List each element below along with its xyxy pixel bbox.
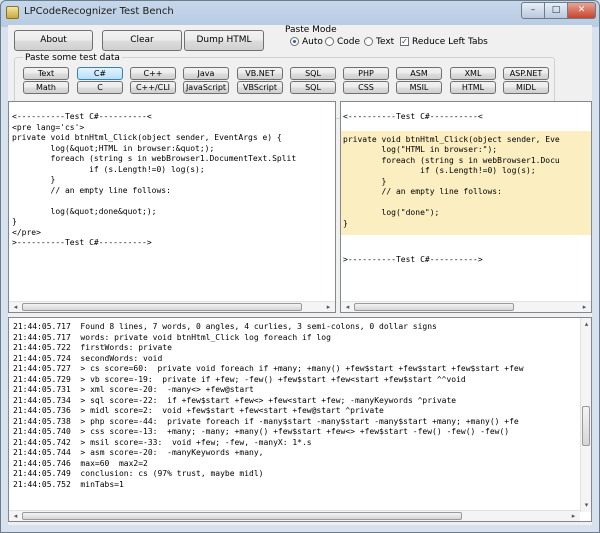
test-data-label: Paste some test data — [23, 53, 122, 63]
reduce-left-tabs-checkbox[interactable]: ✓ Reduce Left Tabs — [400, 36, 488, 48]
preview-footer: >----------Test C#----------> — [343, 255, 483, 264]
close-button[interactable]: ✕ — [567, 2, 596, 19]
main-window: LPCodeRecognizer Test Bench – □ ✕ About … — [0, 0, 600, 533]
radio-text[interactable]: Text — [364, 36, 394, 48]
checkmark-icon: ✓ — [400, 37, 409, 46]
paste-mode-label: Paste Mode — [285, 25, 337, 35]
lang-button-text[interactable]: Text — [23, 67, 69, 80]
input-horizontal-scrollbar[interactable]: ◂ ▸ — [9, 301, 335, 312]
scroll-thumb[interactable] — [354, 303, 514, 311]
dump-html-button[interactable]: Dump HTML — [184, 30, 264, 51]
radio-code-dot — [325, 37, 334, 46]
lang-button-csharp[interactable]: C# — [77, 67, 123, 80]
lang-button-cpp[interactable]: C++ — [130, 67, 176, 80]
radio-auto[interactable]: Auto — [290, 36, 323, 48]
scroll-left-arrow-icon[interactable]: ◂ — [10, 302, 21, 312]
scroll-thumb[interactable] — [22, 512, 462, 520]
lang-button-aspnet[interactable]: ASP.NET — [503, 67, 549, 80]
client-area: About Clear Dump HTML Paste Mode Auto Co… — [8, 25, 592, 525]
scroll-left-arrow-icon[interactable]: ◂ — [342, 302, 353, 312]
lang-button-sql[interactable]: SQL — [290, 67, 336, 80]
preview-header: <----------Test C#----------< — [343, 112, 483, 121]
scroll-thumb[interactable] — [22, 303, 302, 311]
radio-text-dot — [364, 37, 373, 46]
app-icon — [6, 6, 19, 19]
scroll-right-arrow-icon[interactable]: ▸ — [579, 302, 590, 312]
lang-button-math[interactable]: Math — [23, 81, 69, 94]
scroll-right-arrow-icon[interactable]: ▸ — [568, 511, 579, 521]
scroll-up-arrow-icon[interactable]: ▴ — [581, 319, 591, 329]
radio-text-label: Text — [376, 37, 395, 47]
lang-button-php[interactable]: PHP — [343, 67, 389, 80]
log-text: 21:44:05.717 Found 8 lines, 7 words, 0 a… — [13, 322, 524, 489]
scroll-thumb[interactable] — [582, 406, 590, 446]
preview-horizontal-scrollbar[interactable]: ◂ ▸ — [341, 301, 591, 312]
lang-button-html[interactable]: HTML — [450, 81, 496, 94]
window-title: LPCodeRecognizer Test Bench — [24, 6, 174, 17]
log-horizontal-scrollbar[interactable]: ◂ ▸ — [9, 510, 580, 521]
scroll-down-arrow-icon[interactable]: ▾ — [581, 500, 591, 510]
lang-button-vbscript[interactable]: VBScript — [237, 81, 283, 94]
lang-button-xml[interactable]: XML — [450, 67, 496, 80]
maximize-button[interactable]: □ — [544, 2, 568, 19]
reduce-left-tabs-label: Reduce Left Tabs — [412, 37, 488, 47]
lang-button-sql-2[interactable]: SQL — [290, 81, 336, 94]
lang-button-java[interactable]: Java — [183, 67, 229, 80]
input-code-text: <----------Test C#----------< <pre lang=… — [12, 112, 297, 247]
clear-button[interactable]: Clear — [102, 30, 182, 51]
lang-button-css[interactable]: CSS — [343, 81, 389, 94]
lang-button-vbnet[interactable]: VB.NET — [237, 67, 283, 80]
about-button[interactable]: About — [14, 30, 93, 51]
radio-auto-dot — [290, 37, 299, 46]
preview-browser[interactable]: <----------Test C#----------< private vo… — [340, 101, 592, 313]
input-text-box[interactable]: <----------Test C#----------< <pre lang=… — [8, 101, 336, 313]
scroll-left-arrow-icon[interactable]: ◂ — [10, 511, 21, 521]
lang-button-javascript[interactable]: JavaScript — [183, 81, 229, 94]
title-bar[interactable]: LPCodeRecognizer Test Bench – □ ✕ — [1, 1, 599, 25]
lang-button-asm[interactable]: ASM — [396, 67, 442, 80]
lang-button-msil[interactable]: MSIL — [396, 81, 442, 94]
radio-auto-label: Auto — [302, 37, 323, 47]
log-text-box[interactable]: 21:44:05.717 Found 8 lines, 7 words, 0 a… — [8, 317, 592, 522]
radio-code-label: Code — [337, 37, 361, 47]
preview-highlighted-code: private void btnHtml_Click(object sender… — [341, 130, 591, 235]
lang-button-cppcli[interactable]: C++/CLI — [130, 81, 176, 94]
radio-code[interactable]: Code — [325, 36, 360, 48]
lang-button-c[interactable]: C — [77, 81, 123, 94]
minimize-button[interactable]: – — [521, 2, 545, 19]
lang-button-midl[interactable]: MIDL — [503, 81, 549, 94]
log-vertical-scrollbar[interactable]: ▴ ▾ — [580, 318, 591, 512]
scroll-right-arrow-icon[interactable]: ▸ — [323, 302, 334, 312]
